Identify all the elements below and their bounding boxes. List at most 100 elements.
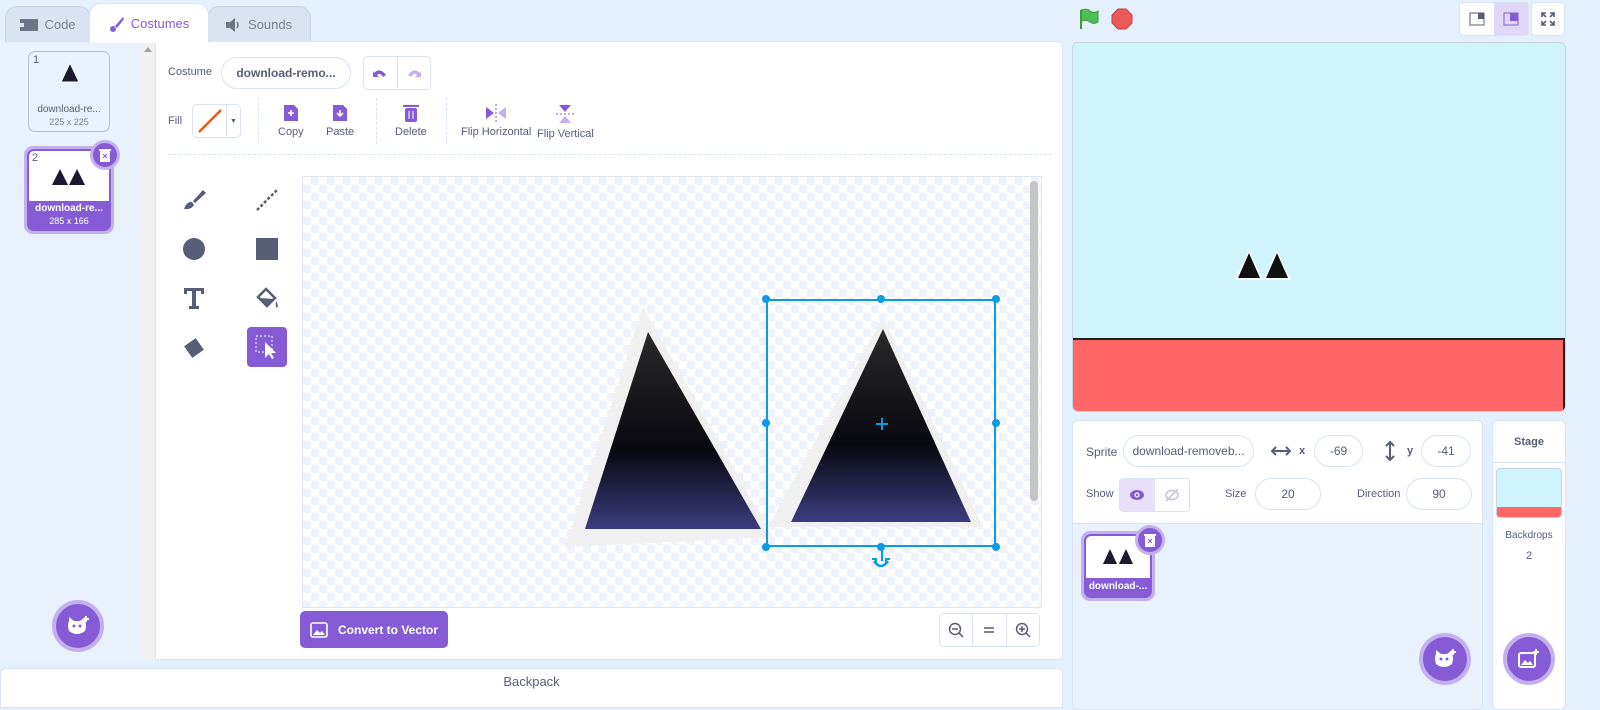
fill-tool[interactable] bbox=[247, 278, 287, 318]
direction-input[interactable]: 90 bbox=[1406, 478, 1472, 510]
sprite-info: Sprite download-removeb... x -69 y -41 S… bbox=[1073, 421, 1482, 524]
tab-sounds[interactable]: Sounds bbox=[207, 6, 311, 42]
x-input[interactable]: -69 bbox=[1314, 435, 1363, 467]
flip-vertical-button[interactable]: Flip Vertical bbox=[537, 104, 594, 140]
zoom-controls bbox=[939, 613, 1040, 647]
choose-backdrop-button[interactable] bbox=[1503, 633, 1555, 685]
zoom-reset-button[interactable] bbox=[973, 614, 1007, 646]
copy-button[interactable]: Copy bbox=[278, 104, 304, 138]
copy-icon bbox=[283, 105, 298, 121]
resize-handle[interactable] bbox=[762, 419, 770, 427]
text-icon bbox=[184, 288, 204, 309]
zoom-out-icon bbox=[948, 622, 964, 638]
tab-code[interactable]: Code bbox=[5, 6, 91, 42]
costume-size: 225 x 225 bbox=[49, 117, 89, 127]
costume-list-scrollbar[interactable] bbox=[141, 42, 155, 660]
convert-label: Convert to Vector bbox=[338, 622, 439, 637]
vertical-arrows-icon bbox=[1385, 441, 1395, 461]
choose-costume-button[interactable] bbox=[52, 600, 104, 652]
direction-value: 90 bbox=[1432, 487, 1446, 501]
y-input[interactable]: -41 bbox=[1421, 435, 1471, 467]
backdrops-count: 2 bbox=[1525, 550, 1533, 562]
costume-thumbnail bbox=[52, 169, 85, 185]
brush-tool[interactable] bbox=[174, 180, 214, 220]
brush-icon bbox=[184, 190, 206, 210]
costume-name: download-re... bbox=[37, 104, 101, 115]
tab-label: Sounds bbox=[247, 17, 293, 32]
select-tool[interactable] bbox=[247, 327, 287, 367]
resize-handle[interactable] bbox=[992, 543, 1000, 551]
sprite-item-name: download-... bbox=[1088, 581, 1148, 592]
zoom-out-button[interactable] bbox=[940, 614, 974, 646]
size-value: 20 bbox=[1281, 487, 1295, 501]
select-icon bbox=[255, 335, 276, 359]
undo-redo-group bbox=[363, 56, 431, 90]
stage-canvas[interactable] bbox=[1072, 42, 1566, 412]
eye-slash-icon bbox=[1165, 488, 1179, 502]
delete-sprite-button[interactable] bbox=[1135, 525, 1165, 555]
delete-button[interactable]: Delete bbox=[395, 104, 427, 138]
undo-button[interactable] bbox=[364, 57, 398, 89]
sprite-pane: Sprite download-removeb... x -69 y -41 S… bbox=[1072, 420, 1483, 710]
zoom-in-button[interactable] bbox=[1007, 614, 1039, 646]
small-stage-button[interactable] bbox=[1460, 3, 1494, 35]
visibility-toggle bbox=[1119, 478, 1190, 512]
normal-stage-icon bbox=[1503, 12, 1519, 26]
paint-canvas[interactable] bbox=[302, 176, 1042, 608]
paste-button[interactable]: Paste bbox=[326, 104, 354, 138]
resize-handle[interactable] bbox=[762, 543, 770, 551]
costume-name-input[interactable]: download-remo... bbox=[221, 57, 351, 89]
show-label: Show bbox=[1086, 488, 1114, 500]
convert-to-vector-button[interactable]: Convert to Vector bbox=[300, 611, 448, 648]
resize-handle[interactable] bbox=[992, 419, 1000, 427]
text-tool[interactable] bbox=[174, 278, 214, 318]
costume-item-1[interactable]: 1 download-re... 225 x 225 bbox=[28, 51, 110, 132]
eraser-tool[interactable] bbox=[174, 327, 214, 367]
fill-dropdown-arrow[interactable]: ▼ bbox=[227, 105, 240, 137]
code-icon bbox=[20, 18, 39, 31]
choose-sprite-button[interactable] bbox=[1419, 633, 1471, 685]
show-button[interactable] bbox=[1120, 479, 1155, 511]
resize-handle[interactable] bbox=[877, 295, 885, 303]
paste-icon bbox=[333, 105, 348, 121]
sprite-name-input[interactable]: download-removeb... bbox=[1123, 435, 1254, 467]
paint-editor: Costume download-remo... Fill ▼ Copy Pas… bbox=[155, 41, 1063, 660]
normal-stage-button[interactable] bbox=[1494, 3, 1528, 35]
direction-label: Direction bbox=[1357, 488, 1401, 500]
scroll-up-arrow[interactable] bbox=[144, 47, 152, 52]
backpack-header[interactable]: Backpack bbox=[0, 668, 1063, 708]
line-tool[interactable] bbox=[247, 180, 287, 220]
delete-costume-button[interactable] bbox=[90, 140, 120, 170]
eraser-icon bbox=[184, 338, 204, 358]
flip-horizontal-button[interactable]: Flip Horizontal bbox=[461, 104, 531, 138]
fullscreen-button[interactable] bbox=[1531, 2, 1565, 36]
flip-horizontal-icon bbox=[486, 104, 507, 122]
tab-costumes[interactable]: Costumes bbox=[89, 3, 209, 43]
redo-icon bbox=[407, 70, 421, 77]
costume-size: 285 x 166 bbox=[49, 216, 89, 226]
redo-button[interactable] bbox=[398, 57, 431, 89]
resize-handle[interactable] bbox=[992, 295, 1000, 303]
canvas-scrollbar[interactable] bbox=[1030, 181, 1038, 501]
hide-button[interactable] bbox=[1155, 479, 1189, 511]
resize-handle[interactable] bbox=[762, 295, 770, 303]
rectangle-tool[interactable] bbox=[247, 229, 287, 269]
circle-icon bbox=[183, 238, 205, 260]
stage-floor bbox=[1073, 338, 1565, 411]
backdrops-label: Backdrops bbox=[1505, 530, 1553, 541]
backpack-label: Backpack bbox=[503, 674, 560, 689]
circle-tool[interactable] bbox=[174, 229, 214, 269]
fill-color-picker[interactable]: ▼ bbox=[192, 104, 241, 138]
trash-icon bbox=[99, 149, 111, 162]
sprite-on-stage[interactable] bbox=[1235, 248, 1293, 282]
rotate-handle-icon[interactable] bbox=[871, 557, 891, 571]
trash-icon bbox=[1144, 534, 1156, 547]
flip-vertical-label: Flip Vertical bbox=[537, 128, 594, 140]
image-icon bbox=[310, 621, 328, 638]
fill-label: Fill bbox=[168, 115, 183, 127]
size-input[interactable]: 20 bbox=[1255, 478, 1321, 510]
rectangle-icon bbox=[256, 238, 278, 260]
stop-icon[interactable] bbox=[1111, 8, 1133, 30]
stage-selector[interactable]: Stage Backdrops 2 bbox=[1492, 420, 1566, 710]
green-flag-icon[interactable] bbox=[1078, 8, 1100, 30]
